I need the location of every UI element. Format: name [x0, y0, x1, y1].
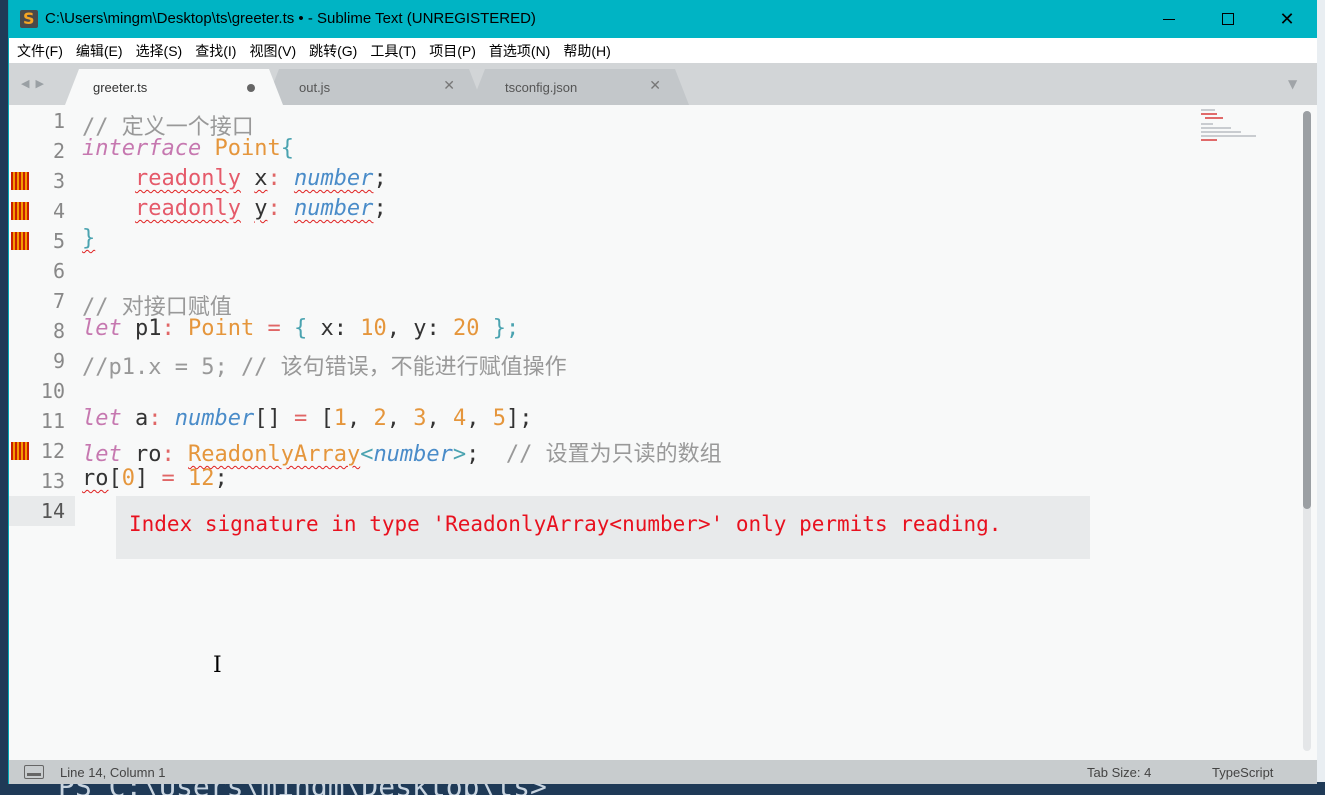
- line-number: 10: [40, 379, 65, 403]
- line-number: 2: [52, 139, 65, 163]
- minimap[interactable]: [1201, 109, 1261, 141]
- unsaved-dot-icon[interactable]: [247, 84, 255, 92]
- line-number: 8: [52, 319, 65, 343]
- vertical-scrollbar[interactable]: [1303, 111, 1311, 751]
- tab-label: out.js: [299, 80, 331, 95]
- close-icon: ✕: [1279, 8, 1295, 30]
- line-number: 6: [52, 259, 65, 283]
- code-line-12: let ro: ReadonlyArray<number>; // 设置为只读的…: [82, 442, 722, 467]
- code-line-8: let p1: Point = { x: 10, y: 20 };: [82, 316, 520, 341]
- line-number: 9: [52, 349, 65, 373]
- menu-bar: 文件(F) 编辑(E) 选择(S) 查找(I) 视图(V) 跳转(G) 工具(T…: [9, 38, 1317, 63]
- menu-help[interactable]: 帮助(H): [563, 41, 610, 61]
- error-message: Index signature in type 'ReadonlyArray<n…: [129, 512, 1002, 536]
- menu-tools[interactable]: 工具(T): [370, 41, 416, 61]
- panel-toggle-icon[interactable]: [24, 765, 44, 779]
- menu-selection[interactable]: 选择(S): [136, 41, 183, 61]
- line-number: 5: [52, 229, 65, 253]
- code-line-13: ro[0] = 12;: [82, 466, 228, 491]
- status-bar: Line 14, Column 1 Tab Size: 4 TypeScript: [9, 760, 1317, 784]
- cursor-position[interactable]: Line 14, Column 1: [60, 765, 166, 780]
- menu-file[interactable]: 文件(F): [17, 41, 63, 61]
- sublime-logo-icon: [20, 9, 38, 28]
- scrollbar-thumb[interactable]: [1303, 111, 1311, 509]
- code-line-11: let a: number[] = [1, 2, 3, 4, 5];: [82, 406, 533, 431]
- line-number: 1: [52, 109, 65, 133]
- line-number: 3: [52, 169, 65, 193]
- title-bar[interactable]: C:\Users\mingm\Desktop\ts\greeter.ts • -…: [9, 0, 1317, 38]
- line-number: 7: [52, 289, 65, 313]
- maximize-icon: [1222, 13, 1234, 25]
- tab-close-icon[interactable]: ✕: [649, 78, 661, 94]
- text-cursor-icon: I: [213, 653, 222, 678]
- code-line-4: readonly y: number;: [134, 196, 387, 221]
- code-line-2: interface Point{: [82, 136, 294, 161]
- syntax-selector[interactable]: TypeScript: [1212, 765, 1273, 780]
- line-number: 11: [40, 409, 65, 433]
- code-line-7: // 对接口赋值: [82, 295, 232, 320]
- close-button[interactable]: ✕: [1258, 0, 1316, 38]
- background-window-edge: [1316, 0, 1325, 795]
- minimize-button[interactable]: [1140, 0, 1198, 38]
- tab-nav-arrows-icon[interactable]: ◀▶: [21, 77, 50, 90]
- line-number: 14: [40, 499, 65, 523]
- menu-preferences[interactable]: 首选项(N): [489, 41, 550, 61]
- code-line-9: //p1.x = 5; // 该句错误，不能进行赋值操作: [82, 355, 567, 380]
- error-tooltip: Index signature in type 'ReadonlyArray<n…: [116, 496, 1090, 559]
- tab-label: greeter.ts: [93, 80, 148, 95]
- tab-size[interactable]: Tab Size: 4: [1087, 765, 1151, 780]
- code-line-3: readonly x: number;: [134, 166, 387, 191]
- tab-tsconfig[interactable]: tsconfig.json ✕: [471, 69, 689, 105]
- maximize-button[interactable]: [1199, 0, 1257, 38]
- line-number: 13: [40, 469, 65, 493]
- code-line-5: }: [82, 226, 96, 251]
- menu-project[interactable]: 项目(P): [429, 41, 476, 61]
- tab-bar: ◀▶ tsconfig.json ✕ out.js ✕ greeter.ts ▼: [9, 63, 1317, 105]
- menu-find[interactable]: 查找(I): [195, 41, 236, 61]
- sublime-window: C:\Users\mingm\Desktop\ts\greeter.ts • -…: [8, 0, 1317, 784]
- line-gutter: 1 2 3 4 5 6 7 8 9 10 11 12 13 14: [9, 105, 75, 760]
- line-number: 12: [40, 439, 65, 463]
- menu-view[interactable]: 视图(V): [249, 41, 296, 61]
- menu-goto[interactable]: 跳转(G): [309, 41, 357, 61]
- tab-close-icon[interactable]: ✕: [443, 78, 455, 94]
- tab-label: tsconfig.json: [505, 80, 578, 95]
- menu-edit[interactable]: 编辑(E): [76, 41, 123, 61]
- tab-out-js[interactable]: out.js ✕: [265, 69, 483, 105]
- minimize-icon: [1163, 18, 1175, 20]
- window-title: C:\Users\mingm\Desktop\ts\greeter.ts • -…: [45, 10, 536, 27]
- tab-list-dropdown-icon[interactable]: ▼: [1288, 77, 1297, 91]
- code-editor[interactable]: 1 2 3 4 5 6 7 8 9 10 11 12 13 14 // 定义一个…: [9, 105, 1317, 760]
- code-line-1: // 定义一个接口: [82, 115, 254, 140]
- tab-greeter-ts[interactable]: greeter.ts: [65, 69, 283, 105]
- line-number: 4: [52, 199, 65, 223]
